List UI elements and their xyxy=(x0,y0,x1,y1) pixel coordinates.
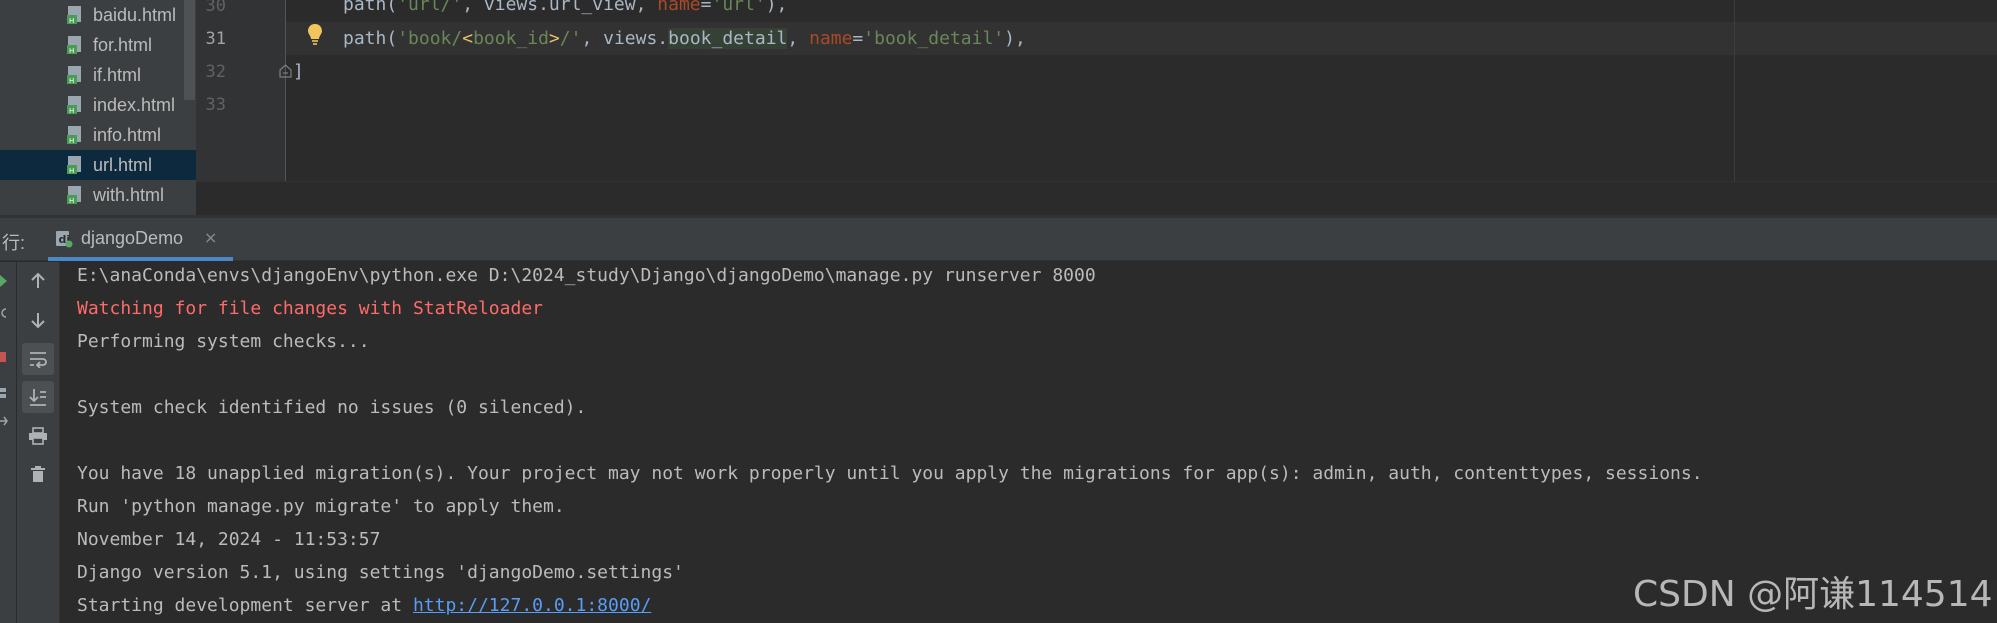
svg-text:H: H xyxy=(69,17,74,25)
django-run-icon: dj xyxy=(56,231,73,248)
tree-item-label: for.html xyxy=(93,35,153,55)
console-line: Performing system checks... xyxy=(77,331,370,352)
console-line: November 14, 2024 - 11:53:57 xyxy=(77,529,381,550)
tree-item-label: info.html xyxy=(93,125,162,145)
console-line: Django version 5.1, using settings 'djan… xyxy=(77,562,684,583)
run-side-strip xyxy=(0,262,17,623)
html-file-icon: H xyxy=(67,126,81,145)
tree-item-label: index.html xyxy=(93,95,176,115)
right-margin-guide xyxy=(1734,0,1735,181)
html-file-icon: H xyxy=(67,6,81,25)
code-line-32: ] xyxy=(293,61,304,82)
line-number: 31 xyxy=(205,29,226,49)
tab-label: djangoDemo xyxy=(81,228,184,248)
console-line: You have 18 unapplied migration(s). Your… xyxy=(77,463,1703,484)
csdn-watermark: CSDN @阿谦114514 xyxy=(1633,574,1993,615)
code-line-30: path('url/', views.url_view, name='url')… xyxy=(343,0,788,15)
print-icon xyxy=(29,427,47,445)
close-icon[interactable]: × xyxy=(204,228,217,247)
tree-item-label: url.html xyxy=(93,155,153,175)
console-line-warning: Watching for file changes with StatReloa… xyxy=(77,298,543,319)
arrow-down-icon xyxy=(31,313,45,329)
clear-all-button[interactable] xyxy=(22,458,54,490)
tree-item-if-html[interactable]: H if.html xyxy=(0,60,196,90)
arrow-down-button[interactable] xyxy=(22,304,54,336)
tree-item-baidu-html[interactable]: H baidu.html xyxy=(0,0,196,30)
tree-scrollbar[interactable] xyxy=(184,0,195,100)
refresh-icon[interactable] xyxy=(0,306,8,320)
tree-item-with-html[interactable]: H with.html xyxy=(0,180,196,210)
run-header: 行: dj djangoDemo × xyxy=(0,218,1997,261)
html-file-icon: H xyxy=(67,96,81,115)
console-text: Starting development server at xyxy=(77,595,413,616)
soft-wrap-button[interactable] xyxy=(22,343,54,375)
tree-item-label: baidu.html xyxy=(93,5,177,25)
code-line-31: path('book/<book_id>/', views.book_detai… xyxy=(343,28,1026,49)
svg-text:H: H xyxy=(69,167,74,175)
tree-item-label: if.html xyxy=(93,65,142,85)
arrow-up-button[interactable] xyxy=(22,265,54,297)
print-button[interactable] xyxy=(22,420,54,452)
line-number: 33 xyxy=(205,95,226,115)
svg-text:H: H xyxy=(69,77,74,85)
editor-bottom-area xyxy=(196,181,1997,218)
scroll-to-end-button[interactable] xyxy=(22,381,54,413)
svg-text:H: H xyxy=(69,197,74,205)
tree-item-index-html[interactable]: H index.html xyxy=(0,90,196,120)
console-line: E:\anaConda\envs\djangoEnv\python.exe D:… xyxy=(77,265,1096,286)
html-file-icon: H xyxy=(67,36,81,55)
fold-marker-icon[interactable] xyxy=(279,64,292,78)
html-file-icon: H xyxy=(67,66,81,85)
line-number: 30 xyxy=(205,0,226,16)
html-file-icon: H xyxy=(67,156,81,175)
project-tree: H baidu.html H for.html H if.html H inde… xyxy=(0,0,196,215)
tree-item-url-html[interactable]: H url.html xyxy=(0,150,196,180)
html-file-icon: H xyxy=(67,186,81,205)
layout-icon[interactable] xyxy=(0,386,8,400)
server-url-link[interactable]: http://127.0.0.1:8000/ xyxy=(413,595,651,616)
soft-wrap-icon xyxy=(30,352,47,368)
rerun-icon[interactable] xyxy=(0,274,8,288)
svg-text:H: H xyxy=(69,137,74,145)
svg-text:H: H xyxy=(69,47,74,55)
trash-icon xyxy=(31,466,45,482)
console-line-server: Starting development server at http://12… xyxy=(77,595,651,616)
code-editor[interactable]: 30 31 32 33 path('url/', views.url_view,… xyxy=(196,0,1997,181)
tree-item-for-html[interactable]: H for.html xyxy=(0,30,196,60)
line-number-gutter: 30 31 32 33 xyxy=(196,0,322,181)
tab-djangodemo[interactable]: dj djangoDemo × xyxy=(48,218,233,261)
run-toolbar xyxy=(17,262,60,623)
arrow-up-icon xyxy=(31,272,45,288)
scroll-to-end-icon xyxy=(29,389,46,406)
run-label: 行: xyxy=(2,233,26,253)
svg-text:H: H xyxy=(69,107,74,115)
tree-item-info-html[interactable]: H info.html xyxy=(0,120,196,150)
pin-icon[interactable] xyxy=(0,414,8,428)
tree-item-label: with.html xyxy=(93,185,165,205)
stop-icon[interactable] xyxy=(0,350,8,364)
lightbulb-icon[interactable] xyxy=(307,23,323,47)
console-line: System check identified no issues (0 sil… xyxy=(77,397,587,418)
line-number: 32 xyxy=(205,62,226,82)
console-line: Run 'python manage.py migrate' to apply … xyxy=(77,496,565,517)
